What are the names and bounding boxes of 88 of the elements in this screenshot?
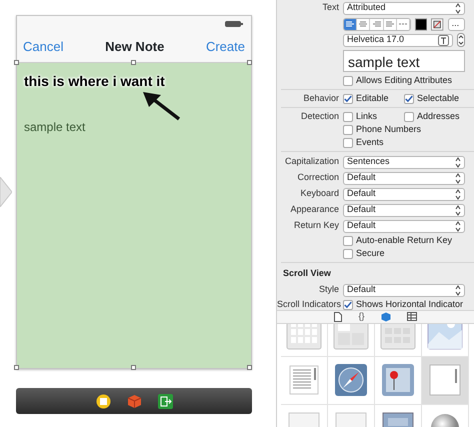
field-label: Style: [318, 284, 339, 294]
color-well-icon[interactable]: [415, 18, 428, 30]
text-view[interactable]: this is where i want it sample text: [17, 63, 251, 368]
alignment-segment[interactable]: [396, 18, 410, 30]
align-left-icon: [345, 20, 356, 28]
updown-icon: [455, 156, 461, 168]
compass-icon: [333, 362, 369, 398]
resize-handle[interactable]: [14, 60, 19, 65]
font-field[interactable]: Helvetica 17.0: [343, 34, 453, 46]
no-color-icon[interactable]: [431, 18, 444, 30]
alignment-segment[interactable]: [384, 18, 397, 30]
dropdown[interactable]: Sentences: [343, 156, 465, 168]
scrollbar-icon: [427, 362, 463, 398]
align-right-icon: [372, 20, 382, 28]
field-label: Return Key: [294, 220, 339, 230]
create-button[interactable]: Create: [206, 36, 245, 56]
alignment-segment[interactable]: [344, 18, 358, 30]
checkbox[interactable]: [404, 112, 414, 122]
updown-icon: [455, 204, 461, 216]
dropdown[interactable]: Default: [343, 220, 465, 232]
checkbox[interactable]: [343, 236, 353, 246]
sample-text: sample text: [24, 119, 86, 136]
resize-handle[interactable]: [14, 365, 19, 370]
field-label: Text: [322, 2, 339, 12]
updown-icon: [455, 220, 461, 232]
checkbox-label[interactable]: Editable: [356, 92, 389, 106]
checkbox[interactable]: [343, 300, 353, 310]
resize-handle[interactable]: [247, 365, 252, 370]
document-icon[interactable]: [334, 312, 342, 322]
text-field[interactable]: sample text: [343, 50, 465, 72]
nav-title: New Note: [105, 38, 164, 56]
field-label: Behavior: [303, 92, 339, 103]
dropdown[interactable]: Attributed: [343, 2, 465, 14]
alignment-segment[interactable]: [357, 18, 370, 30]
checkbox[interactable]: [343, 112, 353, 122]
field-label: Capitalization: [284, 156, 339, 166]
arrow-icon: [141, 91, 181, 121]
dropdown[interactable]: Default: [343, 204, 465, 216]
checkbox-label[interactable]: Allows Editing Attributes: [356, 74, 452, 88]
library-item[interactable]: [281, 356, 328, 404]
entry-arrow-icon: [0, 177, 12, 207]
checkbox[interactable]: [404, 94, 414, 104]
library-item[interactable]: [328, 356, 375, 404]
grid-icon[interactable]: [406, 312, 416, 321]
checkbox[interactable]: [343, 94, 353, 104]
updown-icon: [455, 284, 461, 296]
inspector-tab[interactable]: {}: [358, 310, 364, 324]
checkbox[interactable]: [343, 138, 353, 148]
library-item[interactable]: [375, 356, 422, 404]
updown-icon: [455, 2, 461, 14]
checkbox-label[interactable]: Auto-enable Return Key: [356, 234, 452, 248]
checkbox-label[interactable]: Links: [356, 110, 378, 124]
more-button[interactable]: ...: [448, 18, 465, 30]
field-label: Scroll Indicators: [277, 298, 342, 309]
section-heading: Scroll View: [283, 266, 331, 280]
field-label: Appearance: [290, 204, 339, 214]
field-label: Keyboard: [300, 188, 339, 198]
alignment-segment[interactable]: [370, 18, 384, 30]
annotation-text: this is where i want it: [24, 72, 166, 91]
field-label: Correction: [297, 172, 339, 182]
exit-icon[interactable]: [158, 394, 172, 408]
stepper-icon[interactable]: [457, 33, 465, 47]
map-pin-icon: [380, 362, 416, 398]
battery-icon: [225, 20, 243, 26]
resize-handle[interactable]: [131, 60, 136, 65]
checkbox-label[interactable]: Selectable: [417, 92, 460, 106]
checkbox-label[interactable]: Addresses: [417, 110, 460, 124]
font-icon[interactable]: [438, 34, 449, 46]
dropdown[interactable]: Default: [343, 172, 465, 184]
updown-icon: [455, 172, 461, 184]
checkbox-label[interactable]: Phone Numbers: [356, 122, 422, 136]
resize-handle[interactable]: [247, 60, 252, 65]
checkbox-label[interactable]: Events: [356, 136, 384, 150]
cube-icon[interactable]: [126, 394, 142, 408]
checkbox[interactable]: [343, 76, 353, 86]
checkbox[interactable]: [343, 124, 353, 134]
dropdown[interactable]: Default: [343, 188, 465, 200]
field-label: Detection: [300, 110, 339, 121]
justify-icon: [384, 20, 395, 28]
dropdown[interactable]: Default: [343, 284, 465, 296]
align-center-icon: [358, 20, 368, 28]
checkbox[interactable]: [343, 248, 353, 258]
cancel-button[interactable]: Cancel: [23, 36, 64, 56]
updown-icon: [455, 188, 461, 200]
checkbox-label[interactable]: Shows Horizontal Indicator: [356, 298, 464, 310]
resize-handle[interactable]: [131, 365, 136, 370]
checkbox-label[interactable]: Secure: [356, 246, 385, 260]
cube-icon[interactable]: [380, 312, 390, 322]
